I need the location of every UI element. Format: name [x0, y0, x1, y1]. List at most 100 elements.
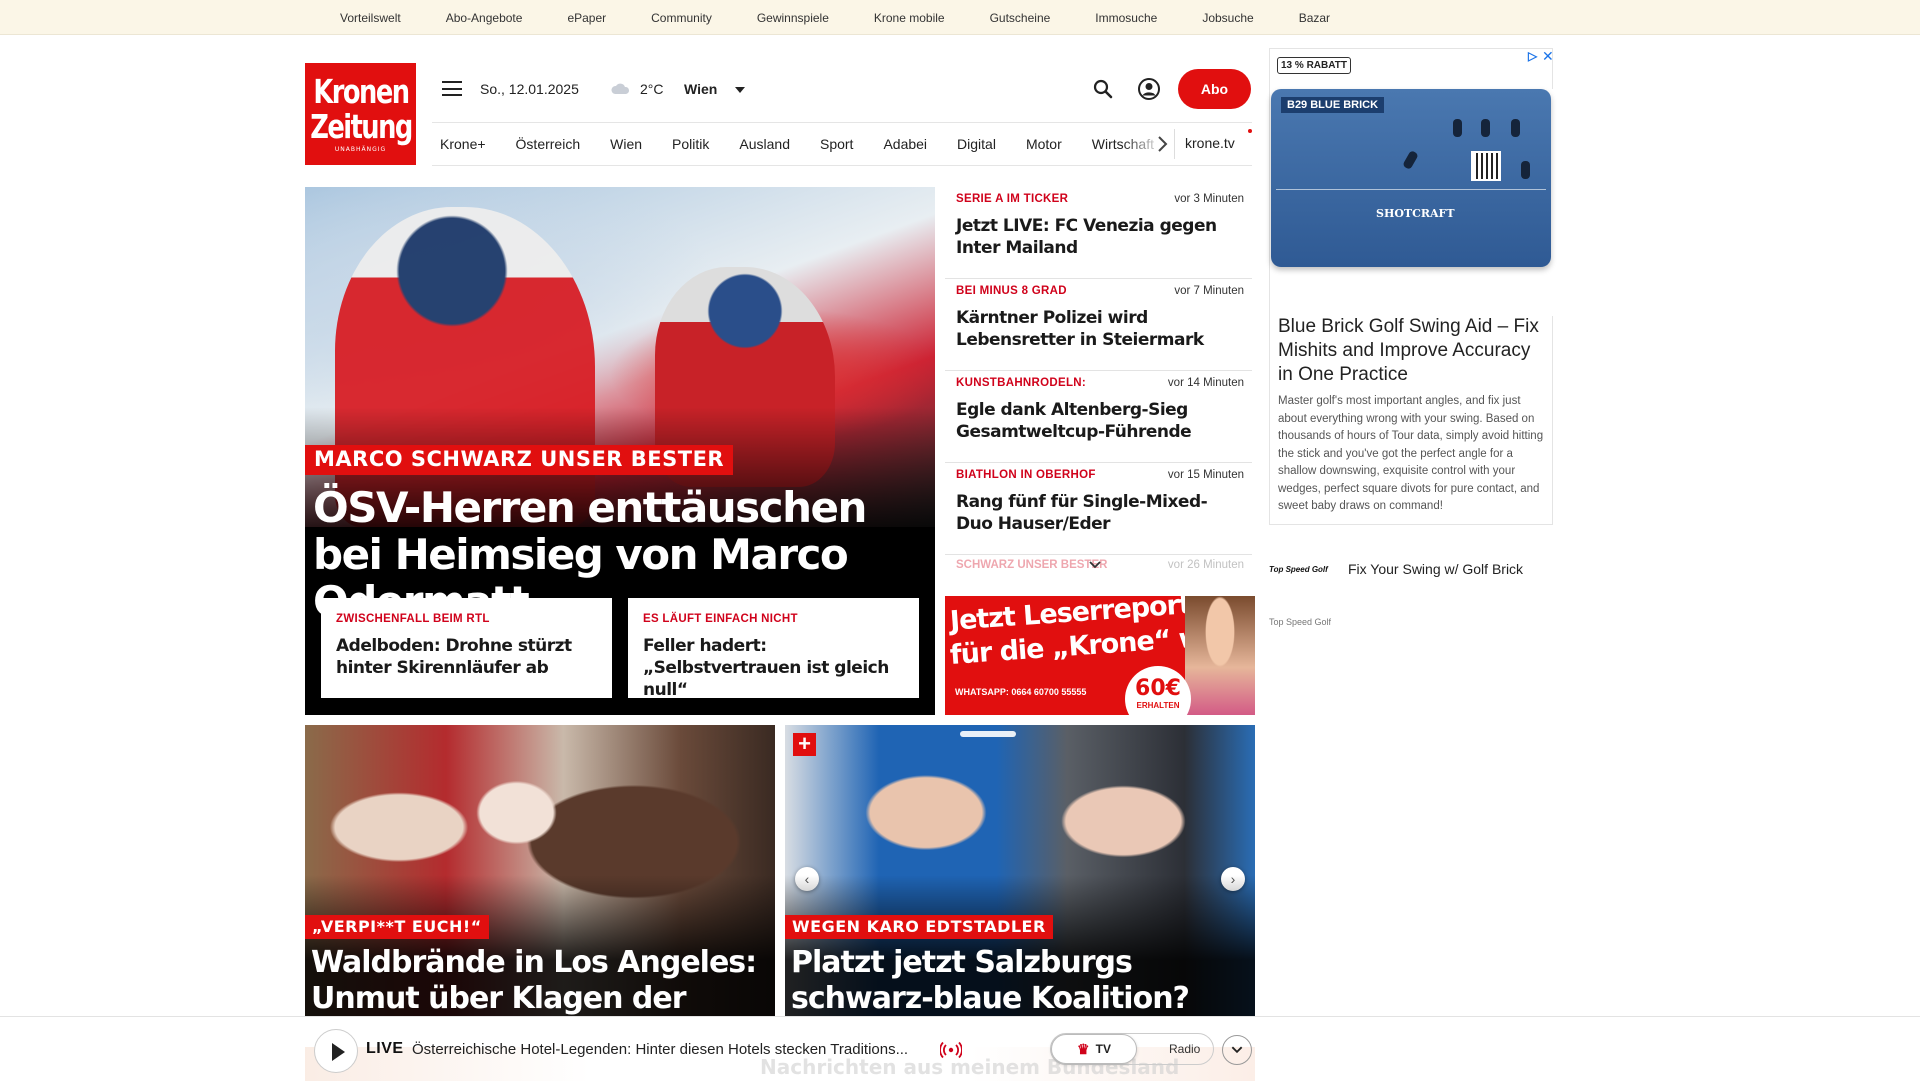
temperature: 2°C	[640, 81, 664, 97]
text-ad-source: Top Speed Golf	[1269, 617, 1332, 627]
sub-article-title: Adelboden: Drohne stürzt hinter Skirennl…	[336, 636, 572, 678]
hero-kicker: MARCO SCHWARZ UNSER BESTER	[305, 445, 734, 475]
qr-code	[1471, 151, 1501, 181]
ticker-kicker: SCHWARZ UNSER BESTER	[956, 559, 1108, 571]
menu-icon[interactable]	[442, 81, 462, 96]
golf-board-image: B29 BLUE BRICK SHOTCRAFT	[1271, 89, 1551, 267]
ad-headline[interactable]: Blue Brick Golf Swing Aid – Fix Mishits …	[1278, 315, 1548, 387]
live-player-bar: Nachrichten aus meinem Bundesland LIVE Ö…	[0, 1016, 1920, 1081]
ticker-item[interactable]: KUNSTBAHNRODELN: vor 14 Minuten Egle dan…	[945, 371, 1252, 463]
header-bar: So., 12.01.2025 2°C Wien Abo	[432, 64, 1252, 114]
nav-item-sport[interactable]: Sport	[820, 136, 853, 152]
main-navigation: Krone+ Österreich Wien Politik Ausland S…	[432, 122, 1252, 166]
live-label: LIVE	[366, 1040, 404, 1057]
nav-item-ausland[interactable]: Ausland	[739, 136, 790, 152]
tv-toggle[interactable]: ♛ TV	[1051, 1034, 1137, 1064]
ticker-time: vor 3 Minuten	[1174, 193, 1244, 205]
leserreporter-banner[interactable]: Jetzt Leserreporter für die „Krone“ werd…	[945, 596, 1255, 715]
discount-badge: 13 % RABATT	[1277, 57, 1351, 74]
hero-article[interactable]: MARCO SCHWARZ UNSER BESTER ÖSV-Herren en…	[305, 187, 935, 715]
nav-item-krone-plus[interactable]: Krone+	[440, 136, 486, 152]
nav-items: Krone+ Österreich Wien Politik Ausland S…	[440, 123, 1165, 165]
hero-sub-article-1[interactable]: ZWISCHENFALL BEIM RTL Adelboden: Drohne …	[321, 598, 612, 698]
ticker-item[interactable]: BEI MINUS 8 GRAD vor 7 Minuten Kärntner …	[945, 279, 1252, 371]
utility-link-gutscheine[interactable]: Gutscheine	[990, 11, 1051, 25]
top-utility-bar: Vorteilswelt Abo-Angebote ePaper Communi…	[0, 0, 1920, 35]
reward-badge: 60€ ERHALTEN	[1125, 666, 1191, 715]
product-label: B29 BLUE BRICK	[1281, 97, 1385, 113]
ad-product-image: B29 BLUE BRICK SHOTCRAFT	[1270, 89, 1554, 316]
card-title: Platzt jetzt Salzburgs schwarz-blaue Koa…	[791, 945, 1190, 1016]
cloud-icon	[611, 83, 630, 94]
chevron-down-icon[interactable]	[735, 87, 745, 93]
close-icon[interactable]: ✕	[1542, 48, 1554, 65]
broadcast-icon	[940, 1041, 962, 1059]
logo-line-2: Zeitung	[309, 107, 413, 146]
ticker-title: Egle dank Altenberg-Sieg Gesamtweltcup-F…	[956, 400, 1192, 442]
reward-label: ERHALTEN	[1136, 701, 1180, 710]
ticker-time: vor 26 Minuten	[1167, 559, 1244, 571]
crown-icon: ♛	[1077, 1040, 1090, 1057]
utility-link-bazar[interactable]: Bazar	[1299, 11, 1330, 25]
radio-toggle[interactable]: Radio	[1169, 1042, 1200, 1056]
peg	[1453, 119, 1462, 137]
ticker-title: Rang fünf für Single-Mixed-Duo Hauser/Ed…	[956, 492, 1208, 534]
kronen-zeitung-logo[interactable]: Kronen Zeitung UNABHÄNGIG	[305, 63, 416, 165]
search-icon[interactable]	[1091, 77, 1115, 101]
nav-item-adabei[interactable]: Adabei	[883, 136, 927, 152]
text-ad-link[interactable]: Fix Your Swing w/ Golf Brick	[1348, 561, 1523, 577]
live-dot	[1248, 129, 1252, 133]
hero-sub-article-2[interactable]: ES LÄUFT EINFACH NICHT Feller hadert: „S…	[628, 598, 919, 700]
nav-item-oesterreich[interactable]: Österreich	[516, 136, 581, 152]
play-icon	[332, 1043, 345, 1061]
chevron-down-icon[interactable]	[1088, 560, 1102, 570]
city-selector[interactable]: Wien	[684, 81, 717, 97]
utility-link-vorteilswelt[interactable]: Vorteilswelt	[340, 11, 401, 25]
ticker-item[interactable]: SERIE A IM TICKER vor 3 Minuten Jetzt LI…	[945, 187, 1252, 279]
utility-link-abo-angebote[interactable]: Abo-Angebote	[446, 11, 523, 25]
sub-article-title: Feller hadert: „Selbstvertrauen ist glei…	[643, 636, 889, 700]
account-icon[interactable]	[1137, 77, 1161, 101]
reward-amount: 60€	[1135, 676, 1181, 701]
expand-chevron-icon[interactable]	[1222, 1035, 1252, 1065]
nav-fade	[1122, 123, 1182, 165]
text-ad[interactable]: Top Speed Golf Fix Your Swing w/ Golf Br…	[1269, 543, 1553, 643]
chevron-right-icon[interactable]	[1154, 135, 1170, 153]
utility-links: Vorteilswelt Abo-Angebote ePaper Communi…	[340, 0, 1375, 35]
logo-tagline: UNABHÄNGIG	[334, 146, 387, 153]
card-title: Waldbrände in Los Angeles: Unmut über Kl…	[311, 945, 757, 1016]
nav-divider	[1174, 129, 1175, 159]
whatsapp-number: WHATSAPP: 0664 60700 55555	[955, 687, 1087, 697]
card-kicker: „VERPI**T EUCH!“	[305, 915, 489, 939]
utility-link-krone-mobile[interactable]: Krone mobile	[874, 11, 945, 25]
tv-label: TV	[1095, 1042, 1111, 1056]
ticker-time: vor 15 Minuten	[1167, 469, 1244, 481]
peg	[1481, 119, 1490, 137]
article-card-la-fires[interactable]: „VERPI**T EUCH!“ Waldbrände in Los Angel…	[305, 725, 775, 1017]
ticker-item[interactable]: BIATHLON IN OBERHOF vor 15 Minuten Rang …	[945, 463, 1252, 555]
sidebar-ad[interactable]: 13 % RABATT ▷ ✕ B29 BLUE BRICK SHOTCRAFT…	[1269, 48, 1554, 525]
abo-button[interactable]: Abo	[1178, 69, 1251, 109]
krone-plus-icon: +	[793, 733, 816, 756]
card-kicker: WEGEN KARO EDTSTADLER	[785, 915, 1053, 939]
utility-link-jobsuche[interactable]: Jobsuche	[1202, 11, 1253, 25]
ticker-title: Jetzt LIVE: FC Venezia gegen Inter Maila…	[956, 216, 1217, 258]
sub-article-kicker: ES LÄUFT EINFACH NICHT	[643, 613, 798, 625]
utility-link-gewinnspiele[interactable]: Gewinnspiele	[757, 11, 829, 25]
news-ticker: SERIE A IM TICKER vor 3 Minuten Jetzt LI…	[945, 187, 1252, 579]
nav-item-wien[interactable]: Wien	[610, 136, 642, 152]
utility-link-community[interactable]: Community	[651, 11, 712, 25]
nav-item-politik[interactable]: Politik	[672, 136, 709, 152]
sub-article-kicker: ZWISCHENFALL BEIM RTL	[336, 613, 490, 625]
play-button[interactable]	[314, 1029, 358, 1073]
nav-item-motor[interactable]: Motor	[1026, 136, 1062, 152]
utility-link-epaper[interactable]: ePaper	[567, 11, 606, 25]
nav-item-digital[interactable]: Digital	[957, 136, 996, 152]
article-card-salzburg[interactable]: + ‹ › WEGEN KARO EDTSTADLER Platzt jetzt…	[785, 725, 1255, 1017]
top-speed-golf-logo: Top Speed Golf	[1269, 565, 1328, 574]
adchoices-icon[interactable]: ▷	[1528, 49, 1537, 63]
utility-link-immosuche[interactable]: Immosuche	[1095, 11, 1157, 25]
player-title[interactable]: Österreichische Hotel-Legenden: Hinter d…	[412, 1041, 908, 1058]
nav-item-krone-tv[interactable]: krone.tv	[1185, 135, 1235, 151]
ticker-title: Kärntner Polizei wird Lebensretter in St…	[956, 308, 1204, 350]
